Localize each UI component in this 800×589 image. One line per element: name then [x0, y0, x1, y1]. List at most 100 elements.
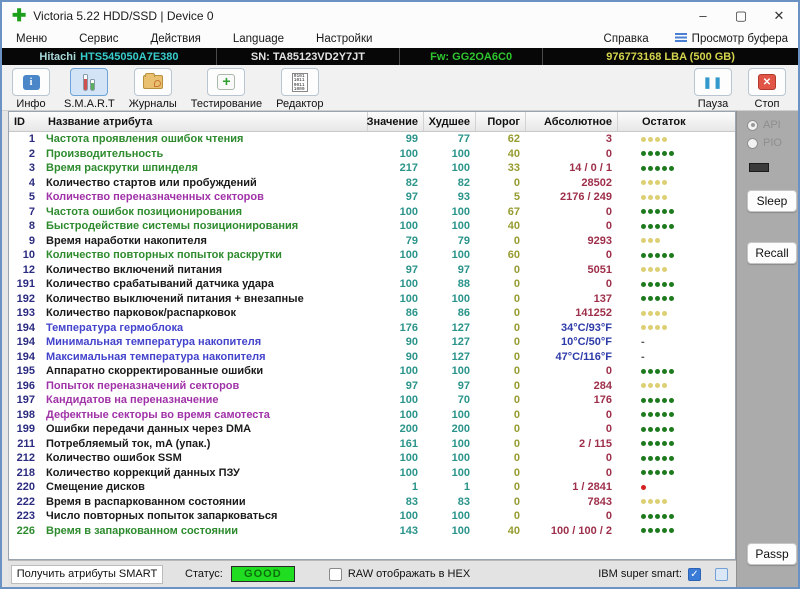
ibm-super-smart-checkbox[interactable]: ✓ — [688, 568, 701, 581]
menu-item-menu[interactable]: Меню — [16, 33, 47, 45]
column-header-absolute[interactable]: Абсолютное — [525, 112, 617, 131]
recall-button[interactable]: Recall — [747, 242, 797, 264]
pause-button[interactable]: ❚❚ Пауза — [694, 68, 732, 110]
cell-value: 90 — [367, 351, 423, 363]
table-row[interactable]: 196Попыток переназначений секторов979702… — [9, 379, 735, 394]
cell-abs: 5051 — [525, 264, 617, 276]
maximize-icon[interactable]: ▢ — [722, 2, 760, 29]
table-row[interactable]: 220Смещение дисков1101 / 2841 — [9, 480, 735, 495]
menu-item-language[interactable]: Language — [233, 33, 284, 45]
table-row[interactable]: 211Потребляемый ток, mA (упак.)16110002 … — [9, 437, 735, 452]
cell-id: 196 — [9, 380, 43, 392]
secondary-checkbox[interactable] — [715, 568, 728, 581]
buffer-view-button[interactable]: Просмотр буфера — [649, 33, 788, 45]
menu-item-help[interactable]: Справка — [604, 33, 649, 45]
pio-radio-row[interactable]: PIO — [747, 137, 782, 149]
cell-id: 7 — [9, 206, 43, 218]
menu-item-service[interactable]: Сервис — [79, 33, 118, 45]
drive-firmware-segment: Fw: GG2OA6C0 — [400, 48, 543, 65]
cell-abs: 0 — [525, 365, 617, 377]
column-header-threshold[interactable]: Порог — [475, 112, 525, 131]
cell-worst: 93 — [423, 191, 475, 203]
menu-item-actions[interactable]: Действия — [150, 33, 200, 45]
table-row[interactable]: 2Производительность100100400 — [9, 147, 735, 162]
cell-thr: 0 — [475, 307, 525, 319]
cell-name: Частота ошибок позиционирования — [43, 206, 367, 218]
column-header-name[interactable]: Название атрибута — [43, 116, 367, 128]
cell-name: Минимальная температура накопителя — [43, 336, 367, 348]
cell-id: 211 — [9, 438, 43, 450]
testing-tab-button[interactable]: + Тестирование — [191, 68, 262, 110]
smart-tab-button[interactable]: S.M.A.R.T — [64, 68, 115, 110]
cell-id: 12 — [9, 264, 43, 276]
cell-thr: 0 — [475, 496, 525, 508]
cell-id: 194 — [9, 336, 43, 348]
table-row[interactable]: 193Количество парковок/распарковок868601… — [9, 306, 735, 321]
sleep-button[interactable]: Sleep — [747, 190, 797, 212]
table-row[interactable]: 194Температура гермоблока176127034°C/93°… — [9, 321, 735, 336]
table-row[interactable]: 212Количество ошибок SSM10010000 — [9, 451, 735, 466]
cell-abs: 0 — [525, 510, 617, 522]
table-row[interactable]: 4Количество стартов или пробуждений82820… — [9, 176, 735, 191]
cell-thr: 0 — [475, 481, 525, 493]
menu-item-settings[interactable]: Настройки — [316, 33, 372, 45]
table-row[interactable]: 5Количество переназначенных секторов9793… — [9, 190, 735, 205]
cell-name: Время в запаркованном состоянии — [43, 525, 367, 537]
get-smart-attributes-button[interactable]: Получить атрибуты SMART — [11, 565, 163, 584]
cell-worst: 82 — [423, 177, 475, 189]
table-row[interactable]: 3Время раскрутки шпинделя2171003314 / 0 … — [9, 161, 735, 176]
cell-worst: 100 — [423, 467, 475, 479]
table-row[interactable]: 9Время наработки накопителя797909293 — [9, 234, 735, 249]
cell-id: 198 — [9, 409, 43, 421]
pio-radio-button[interactable] — [747, 138, 758, 149]
table-row[interactable]: 198Дефектные секторы во время самотеста1… — [9, 408, 735, 423]
column-header-value[interactable]: Значение — [367, 112, 423, 131]
journals-tab-button[interactable]: Журналы — [129, 68, 177, 110]
table-row[interactable]: 223Число повторных попыток запарковаться… — [9, 509, 735, 524]
api-radio-button[interactable] — [747, 120, 758, 131]
table-row[interactable]: 7Частота ошибок позиционирования10010067… — [9, 205, 735, 220]
api-radio-row[interactable]: API — [747, 119, 781, 131]
table-row[interactable]: 12Количество включений питания979705051 — [9, 263, 735, 278]
cell-value: 100 — [367, 452, 423, 464]
victoria-app-icon: ✚ — [12, 7, 26, 24]
table-row[interactable]: 222Время в распаркованном состоянии83830… — [9, 495, 735, 510]
table-row[interactable]: 191Количество срабатываний датчика удара… — [9, 277, 735, 292]
cell-worst: 77 — [423, 133, 475, 145]
cell-name: Время раскрутки шпинделя — [43, 162, 367, 174]
table-row[interactable]: 218Количество коррекций данных ПЗУ100100… — [9, 466, 735, 481]
table-row[interactable]: 194Максимальная температура накопителя90… — [9, 350, 735, 365]
table-row[interactable]: 195Аппаратно скорректированные ошибки100… — [9, 364, 735, 379]
info-tab-button[interactable]: i Инфо — [12, 68, 50, 110]
table-row[interactable]: 226Время в запаркованном состоянии143100… — [9, 524, 735, 539]
cell-name: Количество коррекций данных ПЗУ — [43, 467, 367, 479]
close-icon[interactable]: ✕ — [760, 2, 798, 29]
smart-testtubes-icon — [83, 73, 95, 91]
ibm-super-smart-label: IBM super smart: — [598, 568, 682, 580]
minimize-icon[interactable]: – — [684, 2, 722, 29]
cell-id: 194 — [9, 351, 43, 363]
column-header-worst[interactable]: Худшее — [423, 112, 475, 131]
editor-tab-button[interactable]: 0101101100111000008001 Редактор — [276, 68, 323, 110]
cell-name: Частота проявления ошибок чтения — [43, 133, 367, 145]
column-header-remainder[interactable]: Остаток — [617, 112, 735, 131]
stop-button[interactable]: ✕ Стоп — [748, 68, 786, 110]
cell-abs: 100 / 100 / 2 — [525, 525, 617, 537]
api-radio-label: API — [763, 119, 781, 131]
cell-value: 100 — [367, 467, 423, 479]
table-row[interactable]: 10Количество повторных попыток раскрутки… — [9, 248, 735, 263]
raw-hex-label: RAW отображать в HEX — [348, 568, 470, 580]
cell-value: 100 — [367, 278, 423, 290]
cell-abs: 0 — [525, 467, 617, 479]
cell-value: 100 — [367, 148, 423, 160]
table-row[interactable]: 194Минимальная температура накопителя901… — [9, 335, 735, 350]
drive-capacity: 976773168 LBA (500 GB) — [606, 51, 735, 63]
raw-hex-checkbox[interactable] — [329, 568, 342, 581]
table-row[interactable]: 199Ошибки передачи данных через DMA20020… — [9, 422, 735, 437]
column-header-id[interactable]: ID — [9, 116, 43, 128]
passport-button[interactable]: Passp — [747, 543, 797, 565]
table-row[interactable]: 197Кандидатов на переназначение100700176 — [9, 393, 735, 408]
table-row[interactable]: 1Частота проявления ошибок чтения9977623 — [9, 132, 735, 147]
table-row[interactable]: 192Количество выключений питания + внеза… — [9, 292, 735, 307]
table-row[interactable]: 8Быстродействие системы позиционирования… — [9, 219, 735, 234]
